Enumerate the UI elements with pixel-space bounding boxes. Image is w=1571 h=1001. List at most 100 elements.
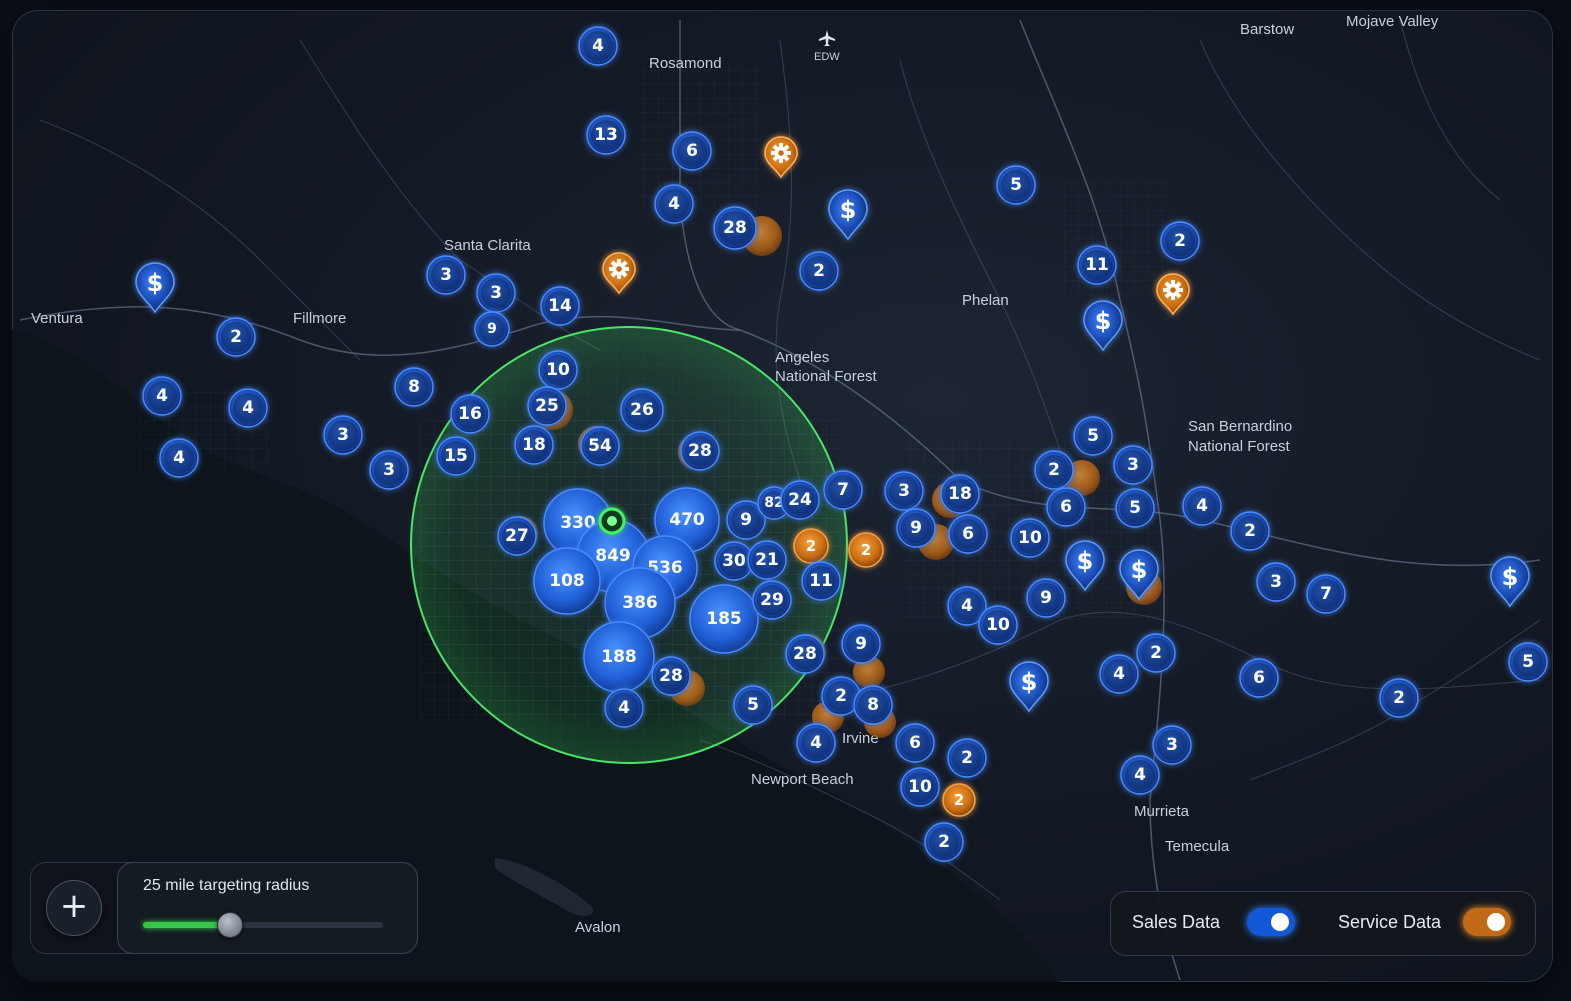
sales-cluster[interactable]: 4 — [228, 388, 268, 428]
sales-cluster[interactable]: 28 — [713, 206, 757, 250]
sales-cluster[interactable]: 16 — [450, 394, 490, 434]
sales-cluster[interactable]: 30 — [714, 541, 754, 581]
sales-cluster[interactable]: 6 — [1046, 487, 1086, 527]
sales-cluster[interactable]: 10 — [900, 767, 940, 807]
sales-cluster[interactable]: 185 — [689, 584, 759, 654]
sales-cluster[interactable]: 6 — [672, 131, 712, 171]
sales-cluster[interactable]: 3 — [1256, 562, 1296, 602]
sales-cluster[interactable]: 18 — [514, 425, 554, 465]
sales-cluster[interactable]: 6 — [1239, 658, 1279, 698]
gear-pin-icon[interactable] — [602, 252, 636, 295]
sales-cluster-count: 4 — [668, 194, 680, 214]
sales-cluster[interactable]: 9 — [841, 624, 881, 664]
zoom-in-button[interactable]: + — [46, 880, 102, 936]
sales-cluster[interactable]: 2 — [1230, 511, 1270, 551]
service-cluster[interactable]: 2 — [848, 532, 884, 568]
sales-cluster[interactable]: 4 — [159, 438, 199, 478]
gear-pin-icon[interactable] — [1156, 273, 1190, 316]
service-cluster[interactable]: 2 — [793, 528, 829, 564]
sales-cluster[interactable]: 7 — [1306, 574, 1346, 614]
sales-cluster[interactable]: 4 — [604, 688, 644, 728]
sales-cluster[interactable]: 28 — [680, 431, 720, 471]
sales-cluster[interactable]: 10 — [1010, 518, 1050, 558]
sales-cluster[interactable]: 5 — [1073, 416, 1113, 456]
target-center-icon[interactable] — [598, 507, 626, 535]
sales-cluster[interactable]: 4 — [796, 723, 836, 763]
sales-cluster[interactable]: 14 — [540, 286, 580, 326]
sales-cluster-count: 108 — [549, 571, 585, 591]
sales-cluster[interactable]: 2 — [924, 822, 964, 862]
sales-cluster[interactable]: 2 — [1034, 450, 1074, 490]
sales-cluster[interactable]: 3 — [1152, 725, 1192, 765]
sales-cluster[interactable]: 3 — [426, 255, 466, 295]
sales-cluster[interactable]: 29 — [752, 580, 792, 620]
map-frame[interactable]: Rosamond EDW Barstow Mojave Valley Santa… — [12, 10, 1553, 982]
sales-cluster[interactable]: 5 — [1508, 642, 1548, 682]
sales-cluster[interactable]: 3 — [476, 273, 516, 313]
sales-cluster[interactable]: 2 — [799, 251, 839, 291]
sales-cluster[interactable]: 8 — [853, 685, 893, 725]
sales-cluster[interactable]: 15 — [436, 436, 476, 476]
sales-cluster-count: 5 — [1522, 652, 1534, 672]
sales-cluster[interactable]: 2 — [947, 738, 987, 778]
place-angeles-nf: National Forest — [775, 368, 878, 385]
dollar-pin-icon[interactable]: $ — [828, 189, 868, 241]
sales-cluster[interactable]: 4 — [578, 26, 618, 66]
dollar-pin-icon[interactable]: $ — [1009, 661, 1049, 713]
sales-cluster[interactable]: 25 — [527, 386, 567, 426]
sales-data-toggle[interactable] — [1247, 908, 1295, 936]
sales-cluster[interactable]: 3 — [1113, 445, 1153, 485]
sales-cluster-count: 8 — [408, 377, 420, 397]
sales-cluster-count: 4 — [1196, 496, 1208, 516]
service-cluster[interactable]: 2 — [942, 783, 976, 817]
map-canvas[interactable]: Rosamond EDW Barstow Mojave Valley Santa… — [12, 10, 1553, 982]
sales-cluster[interactable]: 9 — [1026, 578, 1066, 618]
sales-cluster[interactable]: 26 — [620, 388, 664, 432]
sales-cluster[interactable]: 5 — [733, 685, 773, 725]
service-data-toggle[interactable] — [1463, 908, 1511, 936]
sales-cluster[interactable]: 2 — [1136, 633, 1176, 673]
sales-cluster[interactable]: 4 — [1182, 486, 1222, 526]
sales-cluster[interactable]: 24 — [780, 480, 820, 520]
dollar-glyph: $ — [1502, 563, 1519, 591]
sales-cluster[interactable]: 9 — [474, 311, 510, 347]
sales-cluster[interactable]: 6 — [948, 514, 988, 554]
sales-cluster[interactable]: 18 — [940, 474, 980, 514]
sales-cluster[interactable]: 8 — [394, 367, 434, 407]
sales-cluster[interactable]: 108 — [533, 547, 601, 615]
place-murrieta: Murrieta — [1134, 803, 1190, 820]
sales-cluster[interactable]: 13 — [586, 115, 626, 155]
sales-cluster[interactable]: 28 — [785, 634, 825, 674]
sales-cluster[interactable]: 28 — [651, 656, 691, 696]
sales-cluster[interactable]: 3 — [323, 415, 363, 455]
sales-cluster[interactable]: 2 — [1379, 678, 1419, 718]
sales-cluster[interactable]: 27 — [497, 516, 537, 556]
sales-cluster[interactable]: 5 — [1115, 488, 1155, 528]
sales-cluster[interactable]: 6 — [895, 723, 935, 763]
sales-cluster[interactable]: 3 — [369, 450, 409, 490]
sales-cluster[interactable]: 3 — [884, 471, 924, 511]
sales-cluster[interactable]: 188 — [583, 621, 655, 693]
sales-cluster[interactable]: 7 — [823, 470, 863, 510]
place-san-bernardino-nf: National Forest — [1188, 438, 1291, 455]
sales-cluster[interactable]: 4 — [1120, 755, 1160, 795]
sales-cluster[interactable]: 4 — [1099, 654, 1139, 694]
sales-cluster[interactable]: 4 — [142, 376, 182, 416]
gear-pin-icon[interactable] — [764, 136, 798, 179]
sales-cluster[interactable]: 2 — [216, 317, 256, 357]
sales-cluster[interactable]: 10 — [978, 605, 1018, 645]
gear-glyph — [1163, 280, 1183, 300]
dollar-pin-icon[interactable]: $ — [1490, 556, 1530, 608]
sales-cluster[interactable]: 21 — [747, 540, 787, 580]
sales-cluster[interactable]: 10 — [538, 350, 578, 390]
sales-cluster[interactable]: 54 — [580, 426, 620, 466]
sales-cluster[interactable]: 11 — [1077, 245, 1117, 285]
dollar-pin-icon[interactable]: $ — [1083, 300, 1123, 352]
sales-cluster[interactable]: 2 — [1160, 221, 1200, 261]
sales-cluster[interactable]: 4 — [654, 184, 694, 224]
sales-cluster[interactable]: 5 — [996, 165, 1036, 205]
sales-cluster[interactable]: 9 — [896, 508, 936, 548]
sales-cluster[interactable]: 11 — [801, 561, 841, 601]
dollar-pin-icon[interactable]: $ — [135, 262, 175, 314]
dollar-glyph: $ — [147, 269, 164, 297]
